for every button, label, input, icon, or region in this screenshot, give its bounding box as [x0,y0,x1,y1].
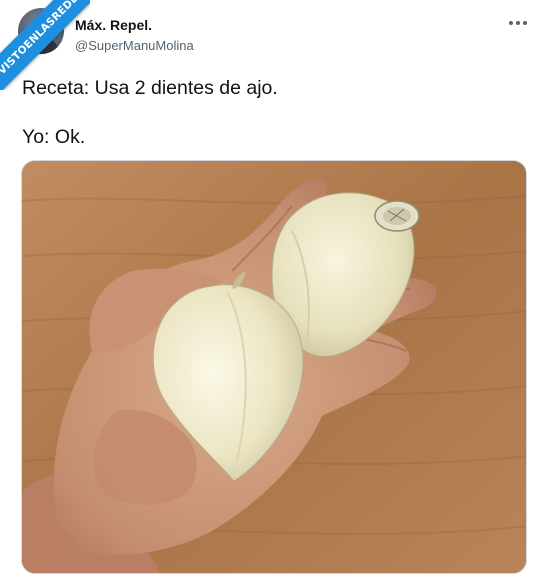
watermark-corner: VISTOENLASREDES [0,0,90,90]
more-horizontal-icon[interactable] [507,16,529,30]
garlic-hand-illustration [22,161,526,573]
watermark-badge: VISTOENLASREDES [0,0,90,90]
tweet-card: VISTOENLASREDES Máx. Repel. @SuperManuMo… [0,0,547,587]
tweet-text-line-2: Yo: Ok. [22,126,86,148]
tweet-media-photo[interactable] [21,160,527,574]
author-handle[interactable]: @SuperManuMolina [75,38,194,53]
